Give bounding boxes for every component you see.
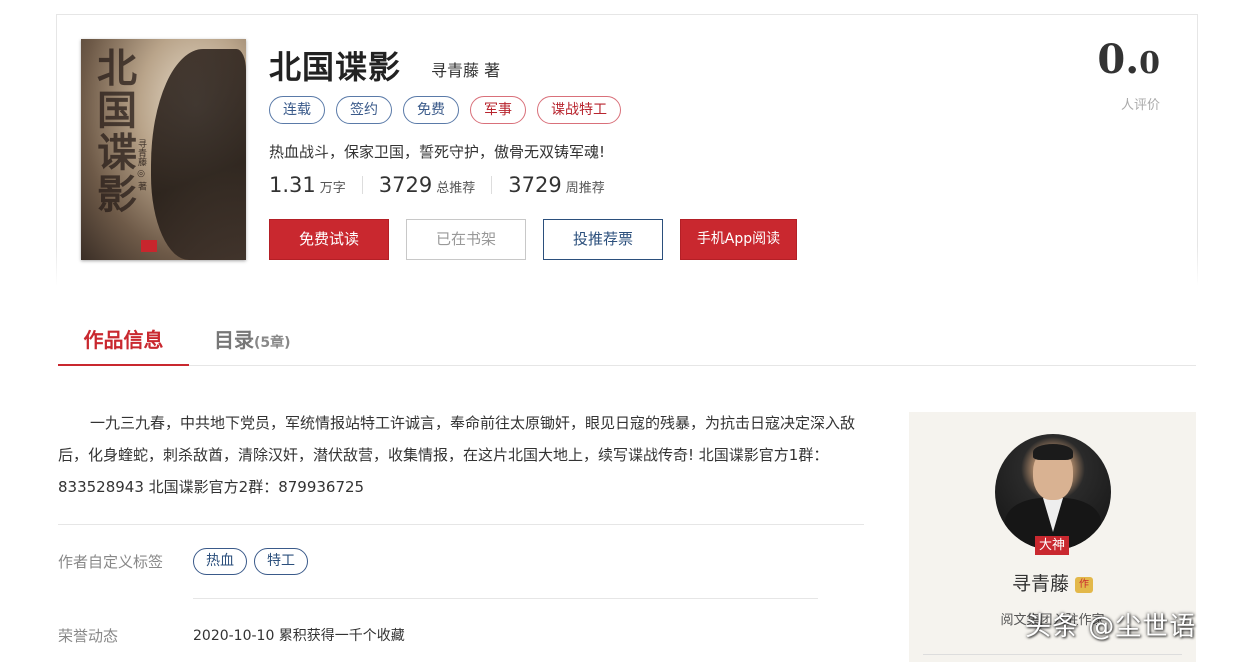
tab-info-label: 作品信息 [83,328,164,352]
divider [58,524,864,525]
rating-score: 0.0 [1097,38,1160,86]
tag-military[interactable]: 军事 [470,96,526,124]
tab-toc-count: (5章) [254,335,291,351]
author-level-icon: 作 [1075,576,1093,593]
book-tags: 连载 签约 免费 军事 谍战特工 [269,96,621,124]
custom-tag-hot-blood[interactable]: 热血 [193,548,247,575]
divider [193,598,818,599]
book-description: 一九三九春，中共地下党员，军统情报站特工许诚言，奉命前往太原锄奸，眼见日寇的残暴… [58,414,856,496]
author-name[interactable]: 寻青藤 [1012,573,1069,595]
divider [923,654,1182,655]
book-cover[interactable]: 北国谍影 寻青藤 ◎ 著 [81,39,246,260]
honor-label: 荣誉动态 [58,627,119,645]
stat-divider [491,176,493,194]
stat-total-rec-unit: 总推荐 [436,181,476,196]
book-stats: 1.31 万字 3729 总推荐 3729 周推荐 [269,173,605,197]
tag-free[interactable]: 免费 [403,96,459,124]
tag-spy[interactable]: 谍战特工 [537,96,621,124]
vote-recommend-button[interactable]: 投推荐票 [543,219,663,260]
free-read-button[interactable]: 免费试读 [269,219,389,260]
stat-total-rec-num: 3729 [378,173,433,197]
cover-author: 寻青藤 ◎ 著 [136,139,146,191]
author-rank-badge: 大神 [1035,536,1069,555]
custom-tags-label: 作者自定义标签 [58,553,164,571]
author-name-row: 寻青藤作 [909,569,1196,596]
stat-total-rec: 3729 总推荐 [379,173,475,197]
honor-text: 2020-10-10 累积获得一千个收藏 [193,628,405,644]
watermark: 头条 @尘世语 [1025,612,1197,642]
book-title: 北国谍影 [269,48,402,86]
tag-signed[interactable]: 签约 [336,96,392,124]
custom-tag-agent[interactable]: 特工 [254,548,308,575]
content-tabs: 作品信息 目录(5章) [58,316,1196,366]
tab-toc-label: 目录 [214,328,254,352]
cover-title: 北国谍影 [90,47,137,215]
tag-serial[interactable]: 连载 [269,96,325,124]
avatar-hair [1033,444,1073,460]
app-read-button[interactable]: 手机App阅读 [680,219,797,260]
rating-count-label[interactable]: 人评价 [1121,94,1160,113]
stat-divider [361,176,363,194]
stat-week-rec: 3729 周推荐 [508,173,604,197]
custom-tags: 热血 特工 [193,548,308,575]
on-shelf-button[interactable]: 已在书架 [406,219,526,260]
tab-toc[interactable]: 目录(5章) [214,324,291,366]
tab-info[interactable]: 作品信息 [58,324,189,366]
author-avatar[interactable] [995,434,1111,550]
stat-words-unit: 万字 [319,181,346,196]
stat-words-num: 1.31 [269,173,316,197]
book-intro: 热血战斗，保家卫国，誓死守护，傲骨无双铸军魂! [269,143,606,161]
rating-dec: 0 [1139,46,1160,81]
publisher-logo-icon [141,240,157,252]
rating-int: 0. [1097,36,1140,83]
cover-art [151,49,246,260]
book-author-link[interactable]: 寻青藤 著 [431,57,500,81]
stat-words: 1.31 万字 [269,173,346,197]
stat-week-rec-num: 3729 [508,173,562,197]
stat-week-rec-unit: 周推荐 [565,181,605,196]
